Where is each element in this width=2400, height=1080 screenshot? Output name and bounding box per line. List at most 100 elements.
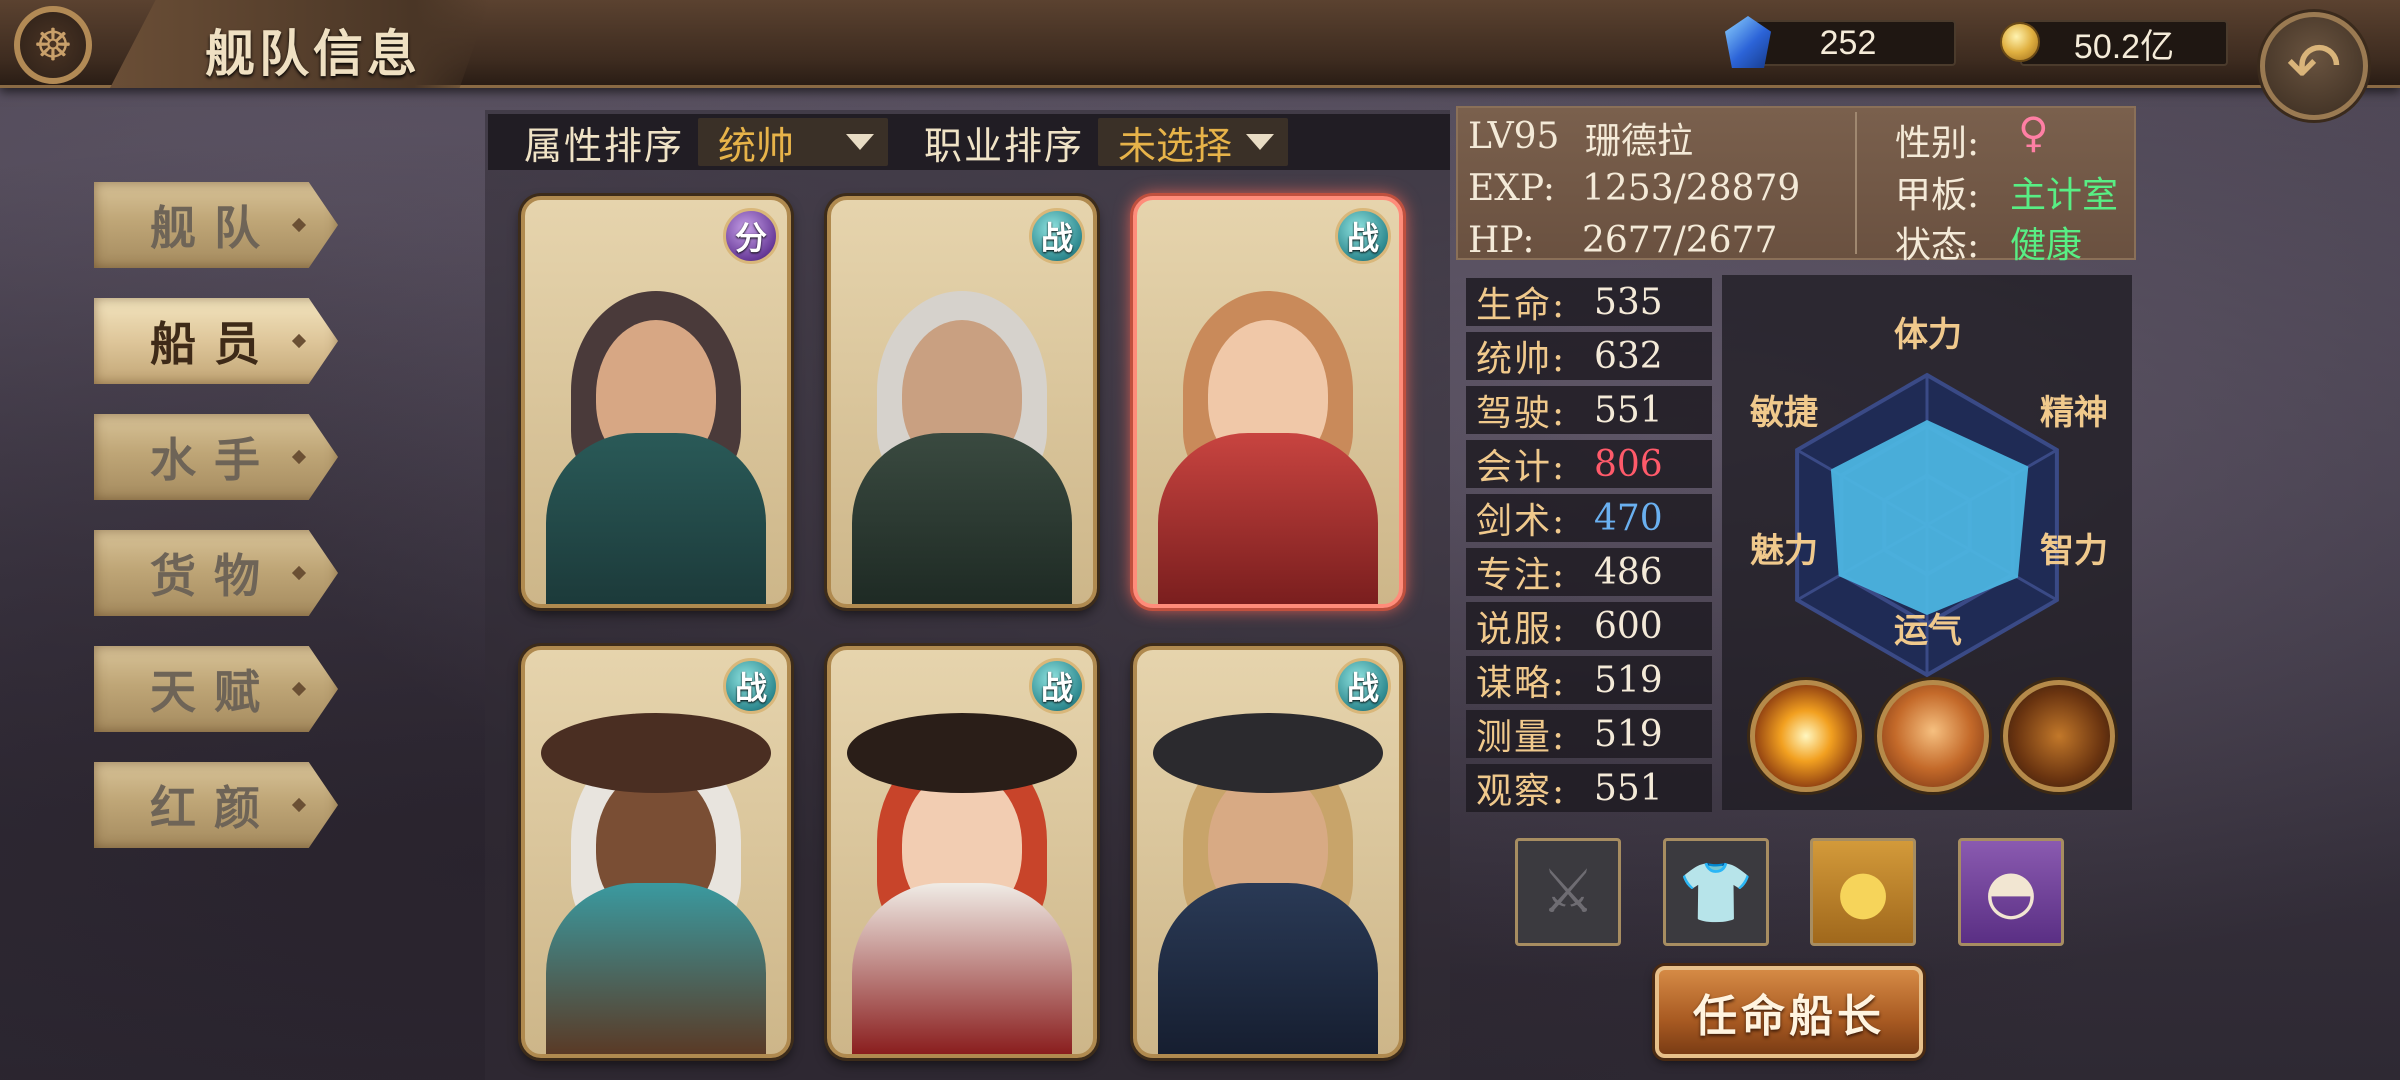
sidebar-item-fleet[interactable]: 舰队 xyxy=(94,182,338,268)
crew-card[interactable]: 战 xyxy=(827,196,1097,608)
attr-sort-dropdown[interactable]: 统帅 xyxy=(698,118,889,168)
sidebar-item-label: 舰队 xyxy=(150,201,278,255)
stat-label: 会计: xyxy=(1476,447,1567,488)
back-arrow-icon: ↶ xyxy=(2286,27,2342,105)
stat-label: 生命: xyxy=(1476,285,1567,326)
crew-portrait xyxy=(525,698,787,1054)
explosion-skill-icon[interactable] xyxy=(1750,680,1862,792)
sidebar-item-sailors[interactable]: 水手 xyxy=(94,414,338,500)
attr-sort-value: 统帅 xyxy=(718,123,795,168)
radar-label-bottom-right: 智力 xyxy=(2040,531,2108,571)
sidebar-item-label: 货物 xyxy=(150,549,278,603)
state-label: 状态: xyxy=(1895,225,1980,266)
stat-value: 519 xyxy=(1594,659,1663,701)
gold-coin-icon xyxy=(2000,22,2040,62)
sidebar-item-label: 天赋 xyxy=(150,665,278,719)
deck-label: 甲板: xyxy=(1895,175,1980,216)
stat-value: 470 xyxy=(1594,497,1663,539)
stat-value: 551 xyxy=(1594,767,1663,809)
divider xyxy=(1855,112,1857,254)
crew-portrait xyxy=(1137,698,1399,1054)
deck-value: 主计室 xyxy=(2010,175,2119,216)
armor-slot-icon: 👕 xyxy=(1678,857,1754,928)
stat-label: 统帅: xyxy=(1476,339,1567,380)
back-button[interactable]: ↶ xyxy=(2260,12,2368,120)
radar-label-top-left: 敏捷 xyxy=(1750,393,1818,433)
stat-label: 驾驶: xyxy=(1476,393,1567,434)
sidebar-item-talent[interactable]: 天赋 xyxy=(94,646,338,732)
job-sort-dropdown[interactable]: 未选择 xyxy=(1098,118,1289,168)
crew-card-selected[interactable]: 战 xyxy=(1133,196,1403,608)
folding-fan-icon: ◓ xyxy=(1984,857,2038,927)
job-sort-value: 未选择 xyxy=(1118,123,1233,168)
stat-row: 驾驶: 551 xyxy=(1466,386,1712,434)
sidebar-item-beauty[interactable]: 红颜 xyxy=(94,762,338,848)
stat-row: 观察: 551 xyxy=(1466,764,1712,812)
crew-level: LV95 xyxy=(1468,116,1560,157)
stat-value: 535 xyxy=(1594,281,1663,323)
radar-label-bottom: 运气 xyxy=(1894,611,1962,651)
stat-row: 剑术: 470 xyxy=(1466,494,1712,542)
crew-card[interactable]: 战 xyxy=(1133,646,1403,1058)
page-title: 舰队信息 xyxy=(205,24,421,83)
chevron-down-icon xyxy=(1246,134,1275,150)
sidebar-item-label: 水手 xyxy=(150,433,278,487)
chevron-down-icon xyxy=(846,134,875,150)
gem-count: 252 xyxy=(1819,23,1877,62)
class-badge: 战 xyxy=(1029,208,1085,264)
shadow-figure-skill-icon[interactable] xyxy=(2003,680,2115,792)
stat-label: 谋略: xyxy=(1476,663,1567,704)
crew-name: 珊德拉 xyxy=(1585,121,1694,162)
radar-label-bottom-left: 魅力 xyxy=(1750,531,1818,571)
crew-card[interactable]: 战 xyxy=(521,646,791,1058)
stat-row: 谋略: 519 xyxy=(1466,656,1712,704)
gender-label: 性别: xyxy=(1895,123,1980,164)
sword-slot-icon: ⚔ xyxy=(1541,857,1595,927)
accessory-slot[interactable]: ◓ xyxy=(1958,838,2064,946)
scales-skill-icon[interactable] xyxy=(1877,680,1989,792)
stat-label: 专注: xyxy=(1476,555,1567,596)
stat-row: 统帅: 632 xyxy=(1466,332,1712,380)
stat-value: 551 xyxy=(1594,389,1663,431)
crew-portrait xyxy=(1137,248,1399,604)
class-badge: 战 xyxy=(1335,208,1391,264)
stat-value: 632 xyxy=(1594,335,1663,377)
ship-wheel-icon: ☸ xyxy=(14,6,92,84)
gold-counter: 50.2亿 xyxy=(2020,20,2228,66)
stat-value: 519 xyxy=(1594,713,1663,755)
stat-label: 剑术: xyxy=(1476,501,1567,542)
stat-row: 专注: 486 xyxy=(1466,548,1712,596)
stat-row: 测量: 519 xyxy=(1466,710,1712,758)
gem-counter: 252 xyxy=(1740,20,1956,66)
gold-treasure-icon: ● xyxy=(1836,857,1890,927)
filter-bar: 属性排序 统帅 职业排序 未选择 xyxy=(488,114,1450,170)
crew-card[interactable]: 分 xyxy=(521,196,791,608)
stat-label: 说服: xyxy=(1476,609,1567,650)
crew-portrait xyxy=(831,698,1093,1054)
weapon-slot[interactable]: ⚔ xyxy=(1515,838,1621,946)
crew-portrait xyxy=(831,248,1093,604)
armor-slot[interactable]: 👕 xyxy=(1663,838,1769,946)
state-value: 健康 xyxy=(2010,225,2083,266)
stat-value: 806 xyxy=(1594,443,1663,485)
exp-label: EXP: xyxy=(1468,168,1555,209)
female-icon: ♀ xyxy=(2018,108,2049,157)
gold-count: 50.2亿 xyxy=(2073,27,2175,66)
crew-portrait xyxy=(525,248,787,604)
job-sort-label: 职业排序 xyxy=(924,123,1085,168)
appoint-captain-button[interactable]: 任命船长 xyxy=(1655,966,1923,1058)
sidebar-item-cargo[interactable]: 货物 xyxy=(94,530,338,616)
radar-label-top-right: 精神 xyxy=(2040,393,2108,433)
class-badge: 战 xyxy=(1029,658,1085,714)
crew-card[interactable]: 战 xyxy=(827,646,1097,1058)
sidebar-item-crew[interactable]: 船员 xyxy=(94,298,338,384)
sidebar-item-label: 船员 xyxy=(150,317,278,371)
exp-value: 1253/28879 xyxy=(1582,168,1801,209)
hp-label: HP: xyxy=(1468,220,1535,261)
radar-label-top: 体力 xyxy=(1894,315,1962,355)
treasure-slot[interactable]: ● xyxy=(1810,838,1916,946)
stat-row: 生命: 535 xyxy=(1466,278,1712,326)
stat-label: 测量: xyxy=(1476,717,1567,758)
class-badge: 分 xyxy=(723,208,779,264)
stat-row: 说服: 600 xyxy=(1466,602,1712,650)
